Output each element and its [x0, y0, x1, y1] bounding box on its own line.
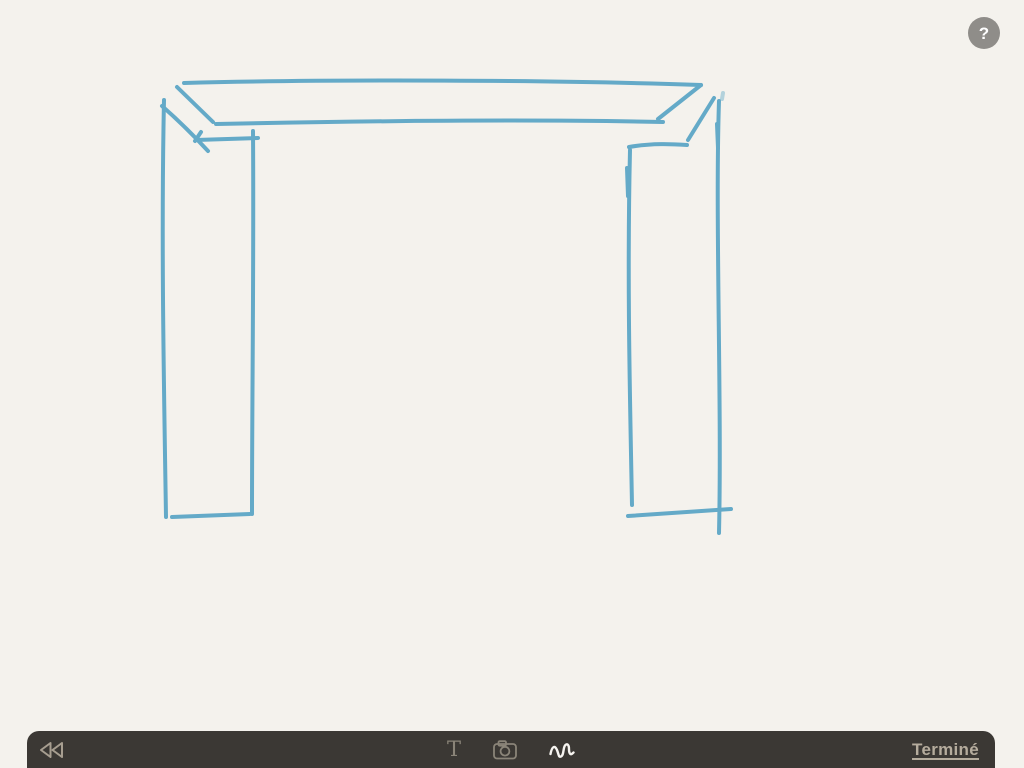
- ink-stroke: [629, 144, 687, 147]
- bottom-toolbar: T Terminé: [27, 731, 995, 768]
- ink-stroke: [722, 93, 723, 99]
- ink-stroke: [177, 87, 213, 122]
- rewind-icon: [39, 741, 65, 759]
- ink-stroke: [184, 81, 701, 85]
- ink-stroke: [252, 131, 253, 514]
- text-tool-button[interactable]: T: [447, 731, 461, 768]
- ink-stroke: [627, 168, 628, 196]
- ink-stroke: [718, 101, 720, 533]
- squiggle-icon: [549, 741, 575, 759]
- text-tool-label: T: [447, 739, 461, 760]
- ink-stroke: [688, 98, 714, 140]
- help-label: ?: [979, 25, 989, 42]
- done-button[interactable]: Terminé: [912, 740, 979, 760]
- drawing-canvas[interactable]: [0, 0, 1024, 768]
- ink-stroke: [172, 514, 250, 517]
- ink-stroke: [163, 100, 166, 517]
- camera-tool-button[interactable]: [493, 731, 517, 768]
- camera-icon: [493, 740, 517, 760]
- ink-stroke: [717, 124, 718, 148]
- canvas-area: ? T: [0, 0, 1024, 768]
- ink-stroke: [628, 509, 731, 516]
- ink-stroke: [216, 121, 663, 124]
- ink-stroke: [629, 150, 632, 505]
- draw-tool-button[interactable]: [549, 731, 575, 768]
- help-button[interactable]: ?: [968, 17, 1000, 49]
- ink-stroke: [658, 85, 701, 119]
- rewind-button[interactable]: [39, 741, 65, 759]
- tool-group: T: [447, 731, 575, 768]
- ink-stroke: [196, 138, 258, 140]
